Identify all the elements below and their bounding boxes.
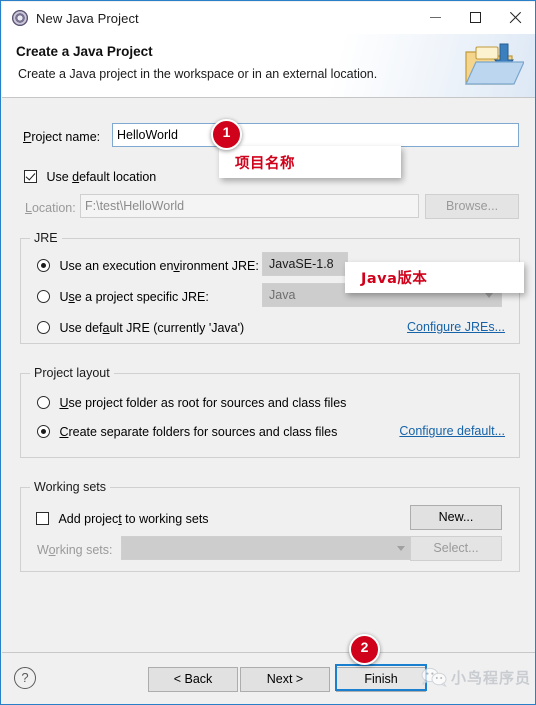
working-sets-label: Working sets:	[37, 543, 113, 557]
wizard-header: Create a Java Project Create a Java proj…	[2, 34, 535, 98]
next-button[interactable]: Next >	[240, 667, 330, 692]
radio-separate-folders[interactable]: Create separate folders for sources and …	[37, 423, 337, 441]
question-mark-icon[interactable]: ?	[14, 667, 36, 689]
select-working-set-button[interactable]: Select...	[410, 536, 502, 561]
configure-default-link[interactable]: Configure default...	[399, 424, 505, 438]
new-java-project-dialog: New Java Project Create a Java Project C…	[0, 0, 536, 705]
execution-environment-value: JavaSE-1.8	[269, 257, 334, 271]
radio-icon	[37, 321, 50, 334]
eclipse-wizard-icon	[12, 10, 28, 26]
working-sets-group: Working sets Add project to working sets…	[20, 480, 520, 572]
callout-project-name-text: 项目名称	[235, 155, 295, 172]
minimize-icon	[429, 16, 441, 18]
close-button[interactable]	[496, 1, 534, 33]
callout-java-version: Java版本	[345, 262, 524, 293]
chevron-down-icon	[397, 546, 405, 551]
page-title: Create a Java Project	[16, 44, 153, 59]
minimize-button[interactable]	[416, 1, 454, 33]
annotation-badge-1: 1	[211, 119, 242, 150]
checkbox-icon	[36, 512, 49, 525]
new-working-set-button[interactable]: New...	[410, 505, 502, 530]
radio-project-folder-root[interactable]: Use project folder as root for sources a…	[37, 394, 346, 412]
project-name-input[interactable]	[112, 123, 519, 147]
radio-icon	[37, 259, 50, 272]
radio-project-specific-jre[interactable]: Use a project specific JRE:	[37, 288, 209, 306]
checkbox-icon	[24, 170, 37, 183]
annotation-badge-2: 2	[349, 634, 380, 665]
callout-project-name: 项目名称	[219, 146, 401, 178]
dialog-body: Project name: Use default location Locat…	[2, 98, 535, 652]
jre-group-title: JRE	[30, 231, 62, 245]
finish-button-label: Finish	[364, 672, 398, 686]
radio-icon	[37, 396, 50, 409]
working-sets-combo[interactable]	[121, 536, 414, 560]
maximize-button[interactable]	[456, 1, 494, 33]
new-java-project-folder-icon	[465, 43, 524, 85]
working-sets-group-title: Working sets	[30, 480, 111, 494]
radio-default-jre[interactable]: Use default JRE (currently 'Java')	[37, 319, 244, 337]
annotation-badge-1-text: 1	[222, 124, 231, 140]
specific-jre-value: Java	[269, 288, 296, 302]
use-default-location-checkbox[interactable]: Use default location	[24, 168, 156, 186]
finish-button[interactable]: Finish	[336, 667, 426, 692]
radio-icon	[37, 290, 50, 303]
project-layout-group-title: Project layout	[30, 366, 114, 380]
window-title: New Java Project	[36, 10, 139, 26]
back-button[interactable]: < Back	[148, 667, 238, 692]
page-subtitle: Create a Java project in the workspace o…	[18, 67, 378, 81]
project-name-label: Project name:	[23, 130, 101, 144]
annotation-badge-2-text: 2	[360, 639, 369, 655]
execution-environment-combo[interactable]: JavaSE-1.8	[262, 252, 348, 276]
watermark-text: 小鸟程序员	[451, 668, 532, 687]
chevron-down-icon	[485, 293, 493, 298]
radio-icon	[37, 425, 50, 438]
add-to-working-sets-checkbox[interactable]: Add project to working sets	[36, 510, 209, 528]
radio-execution-environment-jre[interactable]: Use an execution environment JRE:	[37, 257, 259, 275]
wechat-icon	[421, 667, 447, 687]
project-layout-group: Project layout Use project folder as roo…	[20, 366, 520, 458]
close-icon	[509, 11, 522, 24]
maximize-icon	[469, 11, 481, 23]
location-label: Location:	[25, 201, 76, 215]
watermark: 小鸟程序员	[421, 661, 531, 693]
configure-jres-link[interactable]: Configure JREs...	[407, 320, 505, 334]
back-button-label: < Back	[173, 672, 213, 686]
next-button-label: Next >	[266, 672, 304, 686]
callout-java-version-text: Java版本	[361, 271, 428, 287]
browse-button[interactable]: Browse...	[425, 194, 519, 219]
location-input[interactable]	[80, 194, 419, 218]
